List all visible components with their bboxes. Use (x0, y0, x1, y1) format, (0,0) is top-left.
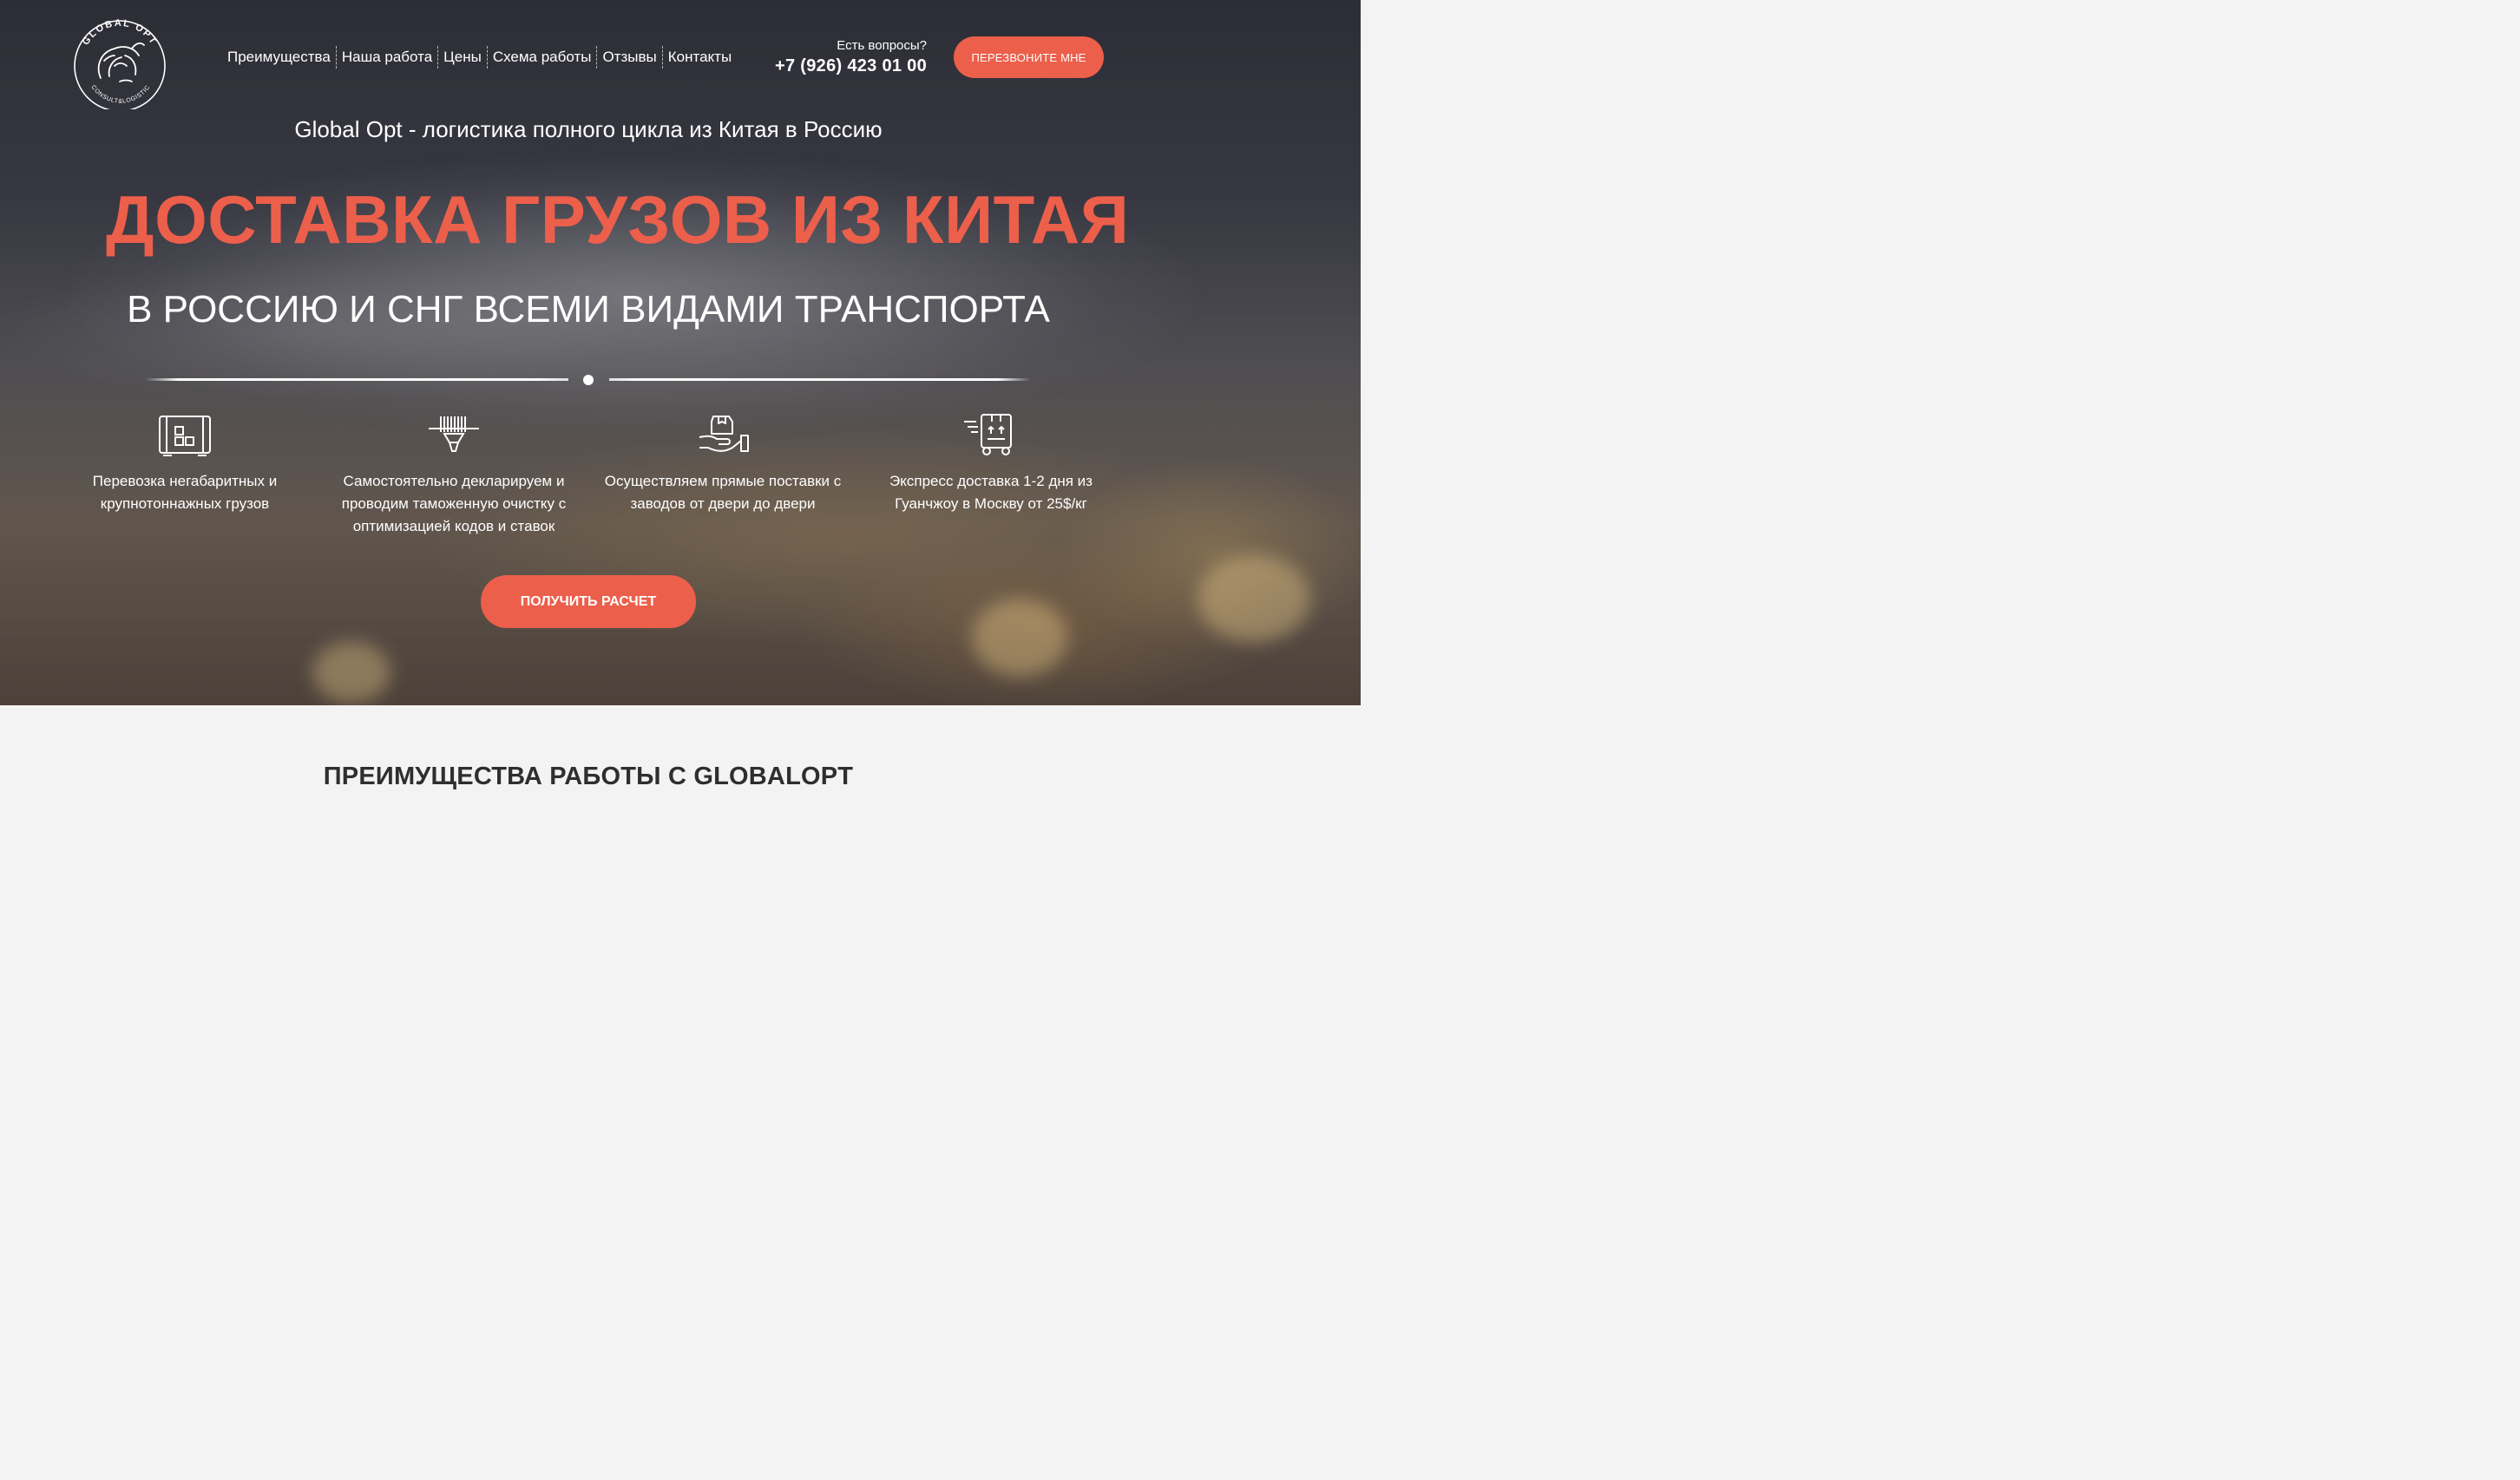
nav-item-prices[interactable]: Цены (443, 46, 482, 69)
callback-button[interactable]: ПЕРЕЗВОНИТЕ МНЕ (954, 36, 1104, 78)
contact-phone[interactable]: +7 (926) 423 01 00 (775, 54, 927, 78)
background-light (1198, 555, 1310, 642)
nav-separator (335, 46, 337, 69)
background-light (972, 599, 1067, 677)
feature-oversized-cargo: Перевозка негабаритных и крупнотоннажных… (55, 409, 315, 515)
hero-subheadline: В РОССИЮ И СНГ ВСЕМИ ВИДАМИ ТРАНСПОРТА (127, 288, 1050, 331)
nav-separator (437, 46, 439, 69)
logo-tagline: CONSULT&LOGISTIC (90, 84, 151, 104)
divider-line-left (145, 378, 568, 381)
divider-line-right (609, 378, 1031, 381)
svg-text:CONSULT&LOGISTIC: CONSULT&LOGISTIC (90, 84, 152, 104)
hero-headline: ДОСТАВКА ГРУЗОВ ИЗ КИТАЯ (106, 181, 1130, 258)
divider-dot (583, 375, 594, 385)
hero-section: GLOBAL OPT CONSULT&LOGISTIC Преимущества… (0, 0, 1361, 705)
feature-text: Осуществляем прямые поставки с заводов о… (604, 473, 842, 512)
hero-tagline: Global Opt - логистика полного цикла из … (294, 116, 883, 142)
background-light (312, 642, 390, 703)
main-nav: Преимущества Наша работа Цены Схема рабо… (227, 45, 732, 69)
hand-box-icon (699, 416, 749, 452)
advantages-title: ПРЕИМУЩЕСТВА РАБОТЫ С GLOBALOPT (323, 763, 854, 790)
header-contact: Есть вопросы? +7 (926) 423 01 00 (775, 38, 927, 78)
feature-text: Самостоятельно декларируем и проводим та… (341, 473, 567, 534)
feature-text: Экспресс доставка 1-2 дня из Гуанчжоу в … (889, 473, 1093, 512)
barcode-scanner-icon (429, 416, 479, 452)
nav-item-our-work[interactable]: Наша работа (342, 46, 432, 69)
express-delivery-icon (964, 414, 1012, 455)
container-icon (159, 416, 211, 456)
svg-text:GLOBAL OPT: GLOBAL OPT (81, 18, 159, 48)
logo-name: GLOBAL OPT (81, 18, 157, 48)
feature-text: Перевозка негабаритных и крупнотоннажных… (92, 473, 278, 512)
nav-separator (596, 46, 598, 69)
nav-item-workflow[interactable]: Схема работы (493, 46, 592, 69)
nav-item-reviews[interactable]: Отзывы (602, 46, 656, 69)
get-quote-button[interactable]: ПОЛУЧИТЬ РАСЧЕТ (481, 575, 696, 628)
nav-separator (486, 46, 488, 69)
feature-direct-supply: Осуществляем прямые поставки с заводов о… (593, 409, 853, 515)
nav-item-contacts[interactable]: Контакты (668, 46, 732, 69)
contact-question: Есть вопросы? (837, 38, 927, 53)
tiger-emblem-icon (97, 43, 145, 82)
feature-express: Экспресс доставка 1-2 дня из Гуанчжоу в … (861, 409, 1121, 515)
feature-customs: Самостоятельно декларируем и проводим та… (324, 409, 584, 538)
nav-separator (661, 46, 663, 69)
global-opt-logo[interactable]: GLOBAL OPT CONSULT&LOGISTIC (71, 12, 168, 109)
nav-item-advantages[interactable]: Преимущества (227, 46, 331, 69)
